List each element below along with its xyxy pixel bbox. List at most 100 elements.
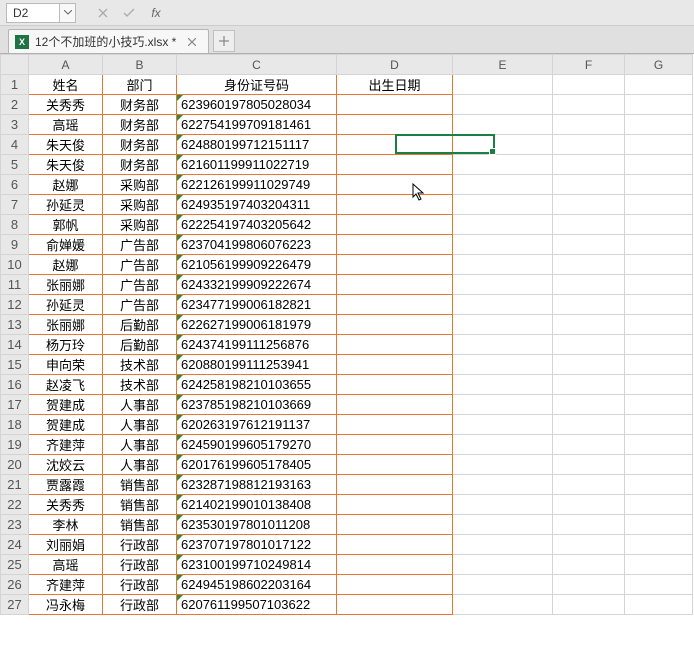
cell[interactable] [337,355,453,375]
cell[interactable]: 624935197403204311 [177,195,337,215]
cell[interactable]: 采购部 [103,215,177,235]
cell[interactable]: 后勤部 [103,315,177,335]
cell[interactable] [553,435,625,455]
cell[interactable]: 销售部 [103,515,177,535]
row-header[interactable]: 19 [1,435,29,455]
row-header[interactable]: 6 [1,175,29,195]
cell[interactable] [453,115,553,135]
cell[interactable]: 申向荣 [29,355,103,375]
cell[interactable] [337,195,453,215]
cell[interactable]: 郭帆 [29,215,103,235]
cell[interactable] [625,595,693,615]
cell[interactable] [625,395,693,415]
cell[interactable] [553,375,625,395]
column-header[interactable]: C [177,55,337,75]
cell[interactable] [453,255,553,275]
cell[interactable]: 采购部 [103,195,177,215]
cell[interactable] [453,75,553,95]
cell[interactable] [553,95,625,115]
cell[interactable]: 广告部 [103,255,177,275]
cell[interactable] [553,355,625,375]
cell[interactable] [337,435,453,455]
cell[interactable]: 高瑶 [29,115,103,135]
accept-formula-button[interactable] [116,3,142,23]
cell[interactable]: 广告部 [103,235,177,255]
cell[interactable] [553,475,625,495]
cell[interactable]: 行政部 [103,535,177,555]
cell[interactable]: 621601199911022719 [177,155,337,175]
cell[interactable] [553,455,625,475]
cell[interactable]: 广告部 [103,275,177,295]
column-header[interactable]: A [29,55,103,75]
row-header[interactable]: 1 [1,75,29,95]
cell[interactable] [625,355,693,375]
cell[interactable] [625,495,693,515]
row-header[interactable]: 21 [1,475,29,495]
cell[interactable]: 沈姣云 [29,455,103,475]
cell[interactable] [453,215,553,235]
cell[interactable]: 贺建成 [29,395,103,415]
cell[interactable] [625,255,693,275]
cell[interactable]: 孙延灵 [29,295,103,315]
cell[interactable]: 齐建萍 [29,575,103,595]
cell[interactable] [337,175,453,195]
cell[interactable]: 624945198602203164 [177,575,337,595]
cell[interactable] [625,115,693,135]
cell[interactable] [337,595,453,615]
cell[interactable] [553,215,625,235]
close-tab-button[interactable] [186,36,198,48]
cell[interactable]: 623704199806076223 [177,235,337,255]
cell[interactable] [553,515,625,535]
select-all-corner[interactable] [1,55,29,75]
cell[interactable] [625,275,693,295]
cell[interactable]: 俞婵媛 [29,235,103,255]
cell[interactable] [625,435,693,455]
cell[interactable]: 张丽娜 [29,315,103,335]
row-header[interactable]: 8 [1,215,29,235]
cell[interactable]: 人事部 [103,395,177,415]
cell[interactable] [625,475,693,495]
cell[interactable]: 624880199712151117 [177,135,337,155]
cell[interactable] [625,375,693,395]
cell[interactable] [553,235,625,255]
row-header[interactable]: 23 [1,515,29,535]
cell[interactable] [553,575,625,595]
cell[interactable] [453,435,553,455]
row-header[interactable]: 22 [1,495,29,515]
cell[interactable]: 朱天俊 [29,155,103,175]
cell[interactable] [625,215,693,235]
cell[interactable]: 621056199909226479 [177,255,337,275]
cell[interactable] [453,555,553,575]
document-tab[interactable]: X 12个不加班的小技巧.xlsx * [8,29,209,53]
cell[interactable]: 620176199605178405 [177,455,337,475]
cell[interactable] [337,295,453,315]
row-header[interactable]: 10 [1,255,29,275]
cell[interactable] [337,575,453,595]
cell[interactable] [453,275,553,295]
cell[interactable] [625,235,693,255]
cell[interactable]: 赵娜 [29,255,103,275]
cell[interactable]: 杨万玲 [29,335,103,355]
cell[interactable] [553,595,625,615]
cell[interactable]: 623960197805028034 [177,95,337,115]
cell[interactable] [553,335,625,355]
cell[interactable] [553,195,625,215]
cell[interactable] [625,335,693,355]
cell[interactable] [337,495,453,515]
cell[interactable]: 关秀秀 [29,95,103,115]
cell[interactable] [453,455,553,475]
cell[interactable] [553,415,625,435]
cell[interactable] [337,135,453,155]
cell[interactable]: 财务部 [103,115,177,135]
cell[interactable]: 财务部 [103,135,177,155]
cell[interactable]: 人事部 [103,435,177,455]
cell[interactable]: 行政部 [103,555,177,575]
cell[interactable]: 624258198210103655 [177,375,337,395]
cell[interactable] [625,295,693,315]
cell[interactable] [625,95,693,115]
cell[interactable] [553,555,625,575]
cell[interactable]: 后勤部 [103,335,177,355]
row-header[interactable]: 18 [1,415,29,435]
formula-input[interactable] [168,3,694,23]
cell[interactable]: 关秀秀 [29,495,103,515]
